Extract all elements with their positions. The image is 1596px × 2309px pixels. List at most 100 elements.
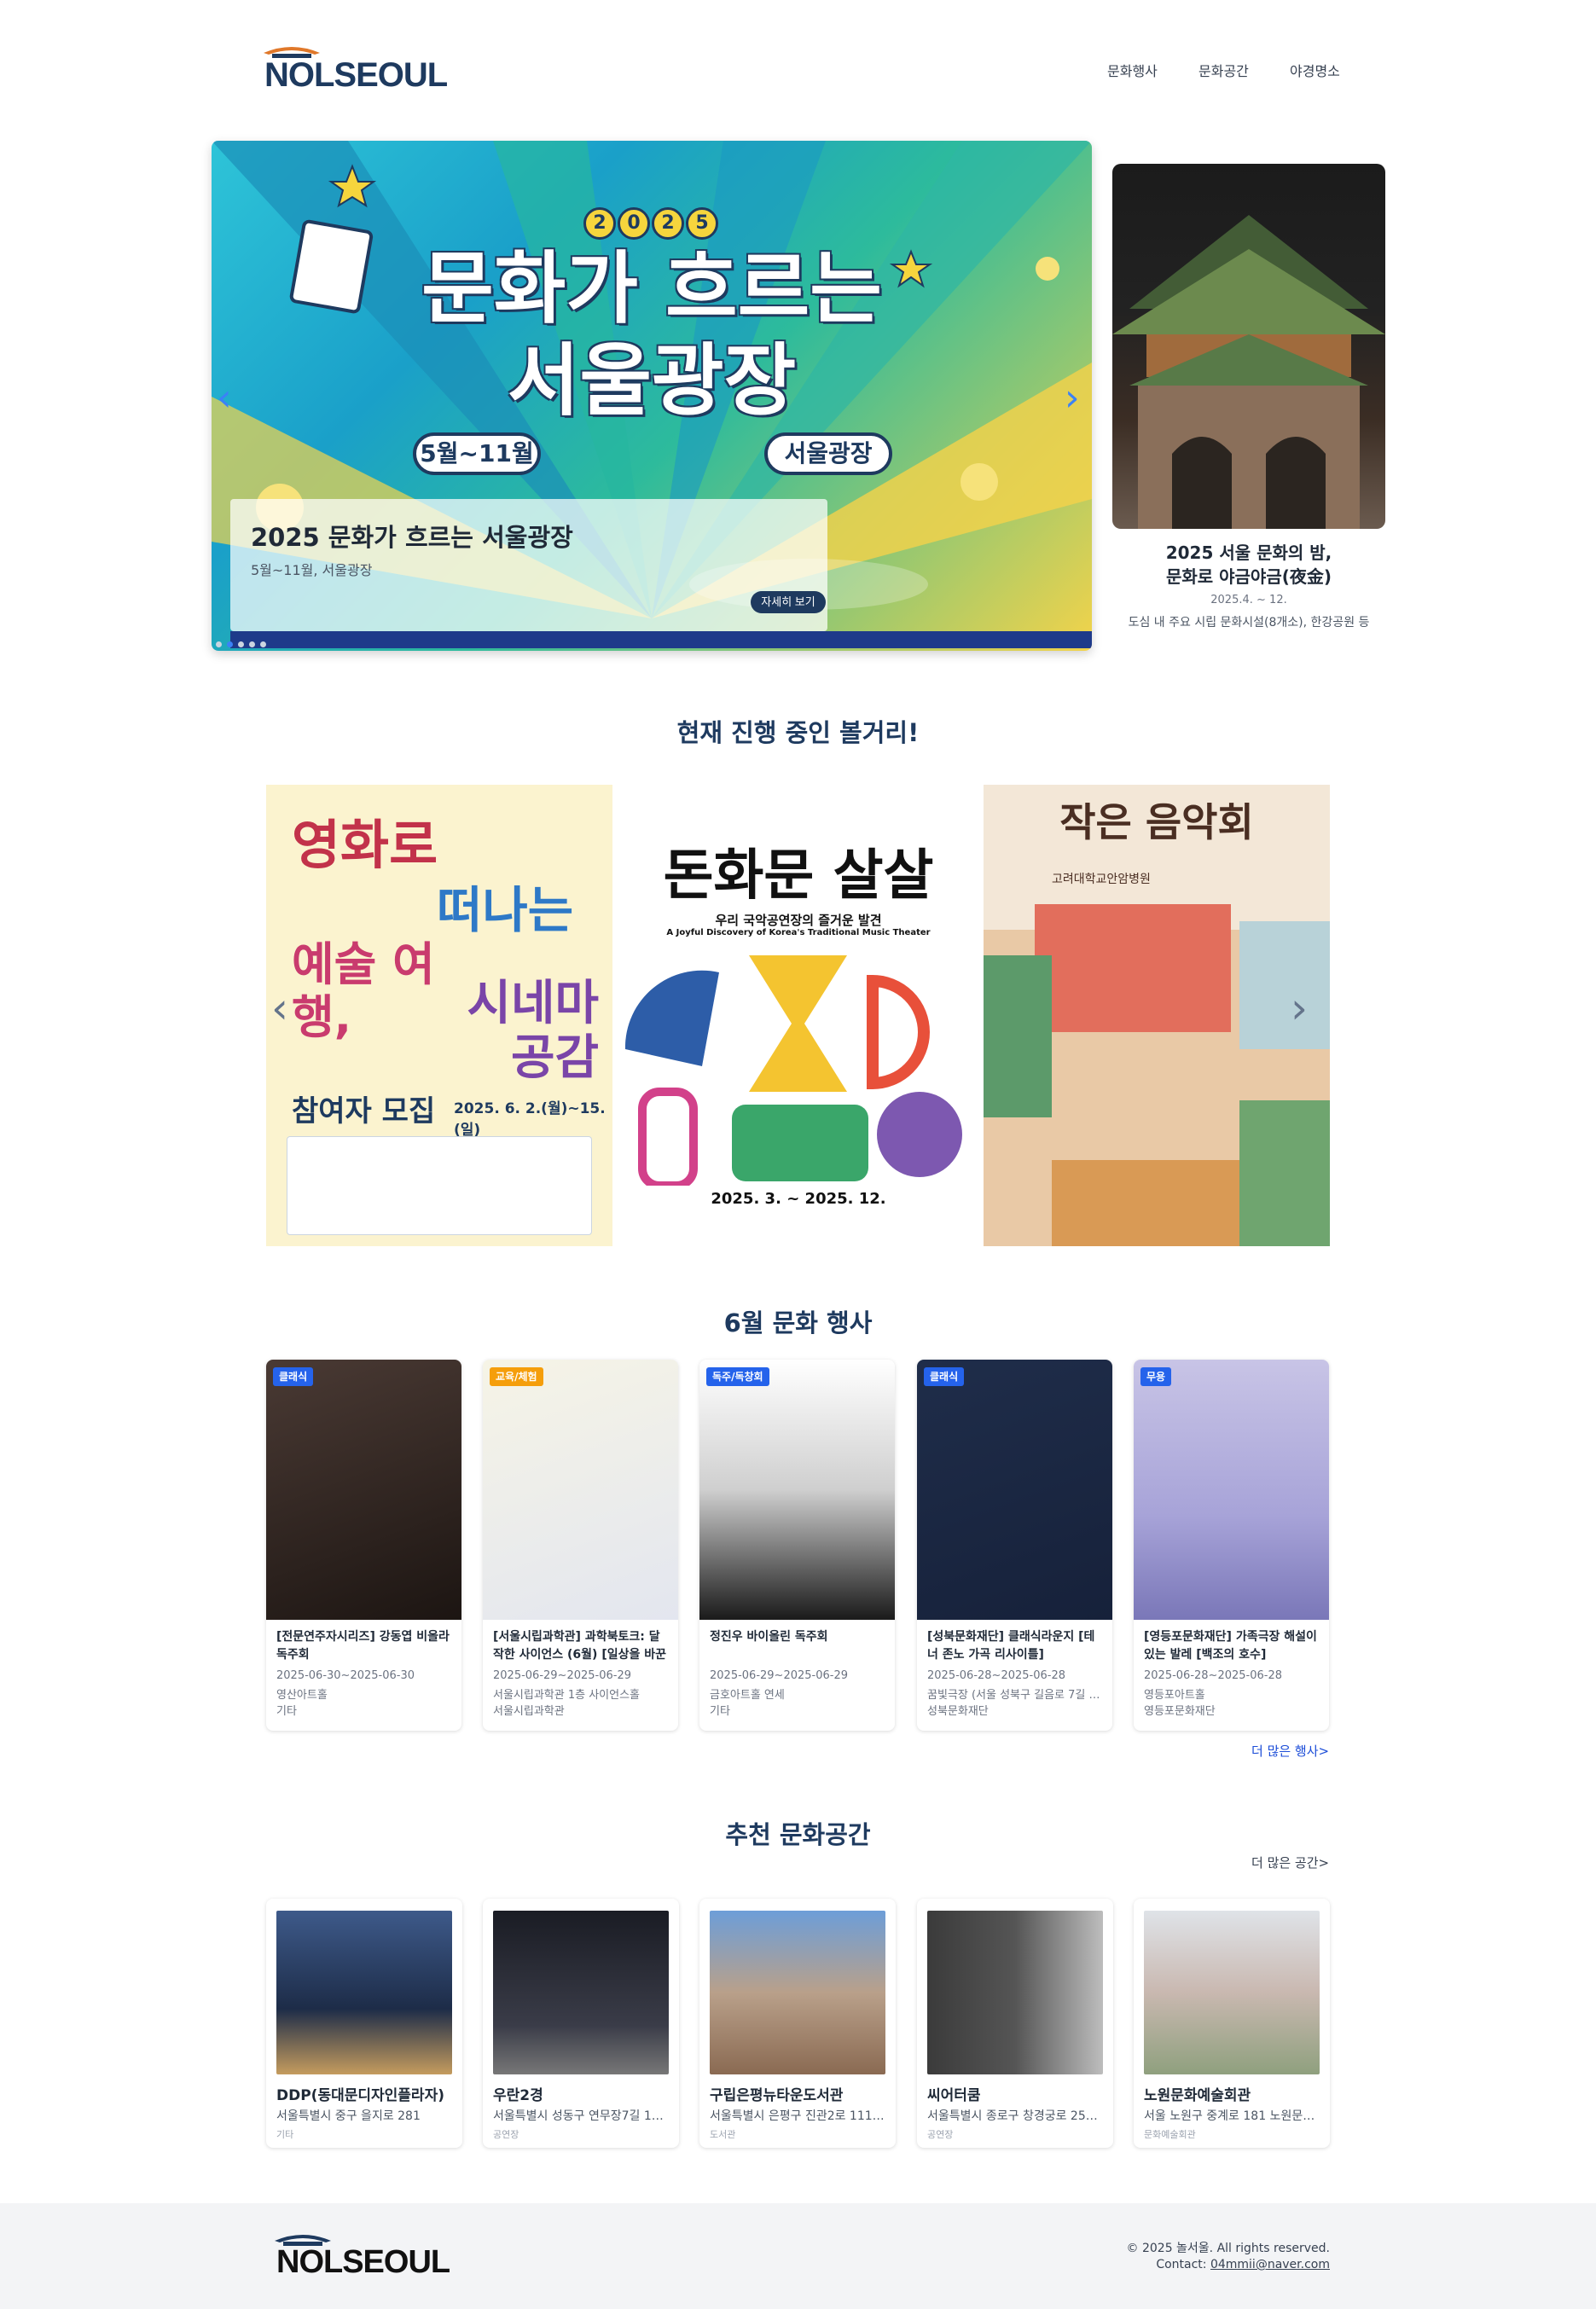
carousel-dot[interactable]: [238, 641, 244, 647]
space-image: [927, 1911, 1103, 2074]
poster2-sub: 우리 국악공연장의 즐거운 발견: [715, 913, 882, 928]
space-type: 문화예술회관: [1144, 2129, 1196, 2140]
side-card-date: 2025.4. ~ 12.: [1210, 594, 1287, 606]
carousel-dot[interactable]: [260, 641, 266, 647]
side-title-line1: 2025 서울 문화의 밤,: [1165, 542, 1332, 563]
more-spaces-link[interactable]: 더 많은 공간>: [1251, 1854, 1329, 1871]
poster1-info-box: [287, 1136, 592, 1235]
poster3-org: 고려대학교안암병원: [1052, 873, 1151, 886]
carousel-dots: [216, 635, 271, 651]
year-digit: 2: [652, 207, 684, 240]
event-card[interactable]: 교육/체험 [서울시립과학관] 과학북토크: 달작한 사이언스 (6월) [일상…: [483, 1360, 678, 1731]
poster3-illustration: [984, 904, 1330, 1246]
space-type: 도서관: [710, 2129, 736, 2140]
hero-carousel[interactable]: 2025 문화가 흐르는 서울광장 5월~11월 서울광장 › ‹ 2025 문…: [212, 141, 1092, 651]
space-card[interactable]: 구립은평뉴타운도서관 서울특별시 은평구 진관2로 111-51 도서관: [699, 1899, 896, 2148]
event-category-badge: 클래식: [273, 1367, 314, 1386]
footer-copyright: © 2025 놀서울. All rights reserved.: [1126, 2242, 1330, 2255]
space-image: [1144, 1911, 1320, 2074]
footer-logo-text: NOLSEOUL: [276, 2244, 450, 2280]
ongoing-section-title: 현재 진행 중인 볼거리!: [676, 718, 920, 747]
event-title: [영등포문화재단] 가족극장 해설이 있는 발레 [백조의 호수]: [1144, 1630, 1317, 1662]
ongoing-poster-donhwamun[interactable]: 돈화문 살살 우리 국악공연장의 즐거운 발견 A Joyful Discove…: [625, 785, 972, 1246]
carousel-dot-active[interactable]: [227, 641, 233, 647]
nav-night-views[interactable]: 야경명소: [1290, 60, 1340, 80]
poster2-date: 2025. 3. ~ 2025. 12.: [711, 1190, 886, 1208]
year-digit: 5: [686, 207, 718, 240]
event-place: 서울시립과학관 1층 사이언스홀: [493, 1689, 641, 1702]
year-digit: 2: [583, 207, 616, 240]
carousel-dot[interactable]: [216, 641, 222, 647]
event-org: 서울시립과학관: [493, 1705, 565, 1718]
event-poster-image: [483, 1360, 678, 1620]
event-category-badge: 교육/체험: [490, 1367, 543, 1386]
footer-contact: Contact: 04mmii@naver.com: [1156, 2258, 1330, 2271]
events-section-title: 6월 문화 행사: [723, 1308, 873, 1337]
carousel-dot[interactable]: [249, 641, 255, 647]
event-date: 2025-06-28~2025-06-28: [1144, 1669, 1282, 1682]
more-events-link[interactable]: 더 많은 행사>: [1251, 1742, 1329, 1760]
contact-email-link[interactable]: 04mmii@naver.com: [1210, 2258, 1330, 2271]
event-card[interactable]: 독주/독창회 정진우 바이올린 독주회 2025-06-29~2025-06-2…: [699, 1360, 895, 1731]
event-date: 2025-06-29~2025-06-29: [710, 1669, 848, 1682]
space-type: 공연장: [927, 2129, 954, 2140]
space-type: 공연장: [493, 2129, 519, 2140]
event-poster-image: [917, 1360, 1112, 1620]
space-card[interactable]: 노원문화예술회관 서울 노원구 중계로 181 노원문화예술회관 문화예술회관: [1134, 1899, 1330, 2148]
ongoing-prev-arrow[interactable]: ‹: [271, 987, 288, 1030]
poster1-line2: 떠나는: [437, 881, 574, 939]
side-card-image[interactable]: [1112, 164, 1385, 529]
event-category-badge: 무용: [1140, 1367, 1172, 1386]
detail-button[interactable]: 자세히 보기: [751, 591, 826, 613]
event-category-badge: 클래식: [924, 1367, 965, 1386]
poster2-en: A Joyful Discovery of Korea's Traditiona…: [666, 928, 931, 937]
event-place: 영산아트홀: [276, 1689, 328, 1702]
poster2-instruments: [625, 955, 962, 1186]
event-card[interactable]: 클래식 [전문연주자시리즈] 강동엽 비올라 독주회 2025-06-30~20…: [266, 1360, 461, 1731]
hero-prev-arrow[interactable]: ‹: [217, 380, 232, 417]
space-card[interactable]: 우란2경 서울특별시 성동구 연무장7길 11 (성수동2가) 공연장: [483, 1899, 679, 2148]
ongoing-poster-concert[interactable]: 작은 음악회 고려대학교안암병원 ›: [984, 785, 1330, 1246]
palace-night-image: [1112, 215, 1385, 529]
banner-title-line2: 서울광장: [507, 335, 797, 426]
space-card[interactable]: DDP(동대문디자인플라자) 서울특별시 중구 을지로 281 기타: [266, 1899, 462, 2148]
poster1-date: 2025. 6. 2.(월)~15.(일): [454, 1100, 606, 1139]
event-place: 영등포아트홀: [1144, 1689, 1205, 1702]
side-title-line2: 문화로 야금야금(夜金): [1165, 566, 1332, 587]
space-name: 우란2경: [493, 2087, 543, 2104]
event-date: 2025-06-28~2025-06-28: [927, 1669, 1065, 1682]
event-card[interactable]: 무용 [영등포문화재단] 가족극장 해설이 있는 발레 [백조의 호수] 202…: [1134, 1360, 1329, 1731]
nav-spaces[interactable]: 문화공간: [1198, 60, 1249, 80]
banner-title-line1: 문화가 흐르는: [421, 243, 882, 334]
ongoing-poster-cinema[interactable]: 영화로 떠나는 예술 여행, 시네마 공감 참여자 모집 2025. 6. 2.…: [266, 785, 612, 1246]
event-date: 2025-06-29~2025-06-29: [493, 1669, 631, 1682]
event-org: 영등포문화재단: [1144, 1705, 1216, 1718]
spaces-section-title: 추천 문화공간: [725, 1820, 871, 1849]
banner-date-pill: 5월~11월: [413, 432, 541, 475]
hero-year: 2025: [583, 207, 720, 245]
event-poster-image: [1134, 1360, 1329, 1620]
footer-logo[interactable]: NOLSEOUL: [271, 2231, 450, 2282]
hero-caption-sub: 5월~11월, 서울광장: [251, 562, 373, 578]
event-org: 성북문화재단: [927, 1705, 989, 1718]
nav-events[interactable]: 문화행사: [1107, 60, 1158, 80]
event-title: [전문연주자시리즈] 강동엽 비올라 독주회: [276, 1630, 450, 1662]
space-card[interactable]: 씨어터쿰 서울특별시 종로구 창경궁로 253-7 공연장: [917, 1899, 1113, 2148]
side-card-title[interactable]: 2025 서울 문화의 밤, 문화로 야금야금(夜金): [1112, 541, 1385, 589]
hero-next-arrow[interactable]: ›: [1065, 380, 1080, 417]
ongoing-next-arrow[interactable]: ›: [1291, 987, 1308, 1030]
hero-progress-bar: [230, 631, 1092, 648]
poster1-line1: 영화로: [292, 814, 438, 876]
banner-place-pill: 서울광장: [764, 432, 892, 475]
space-image: [493, 1911, 669, 2074]
space-name: 씨어터쿰: [927, 2087, 981, 2104]
event-category-badge: 독주/독창회: [706, 1367, 769, 1386]
space-address: 서울 노원구 중계로 181 노원문화예술회관: [1144, 2109, 1320, 2123]
event-place: 꿈빛극장 (서울 성북구 길음로 7길 (돈암동)): [927, 1689, 1103, 1702]
event-poster-image: [266, 1360, 461, 1620]
site-footer: NOLSEOUL © 2025 놀서울. All rights reserved…: [0, 2203, 1596, 2309]
site-logo[interactable]: NOLSEOUL: [260, 43, 448, 94]
hero-banner-title: 문화가 흐르는 서울광장: [212, 243, 1092, 427]
space-name: 구립은평뉴타운도서관: [710, 2087, 844, 2104]
event-card[interactable]: 클래식 [성북문화재단] 클래식라운지 [테너 존노 가곡 리사이틀] 2025…: [917, 1360, 1112, 1731]
